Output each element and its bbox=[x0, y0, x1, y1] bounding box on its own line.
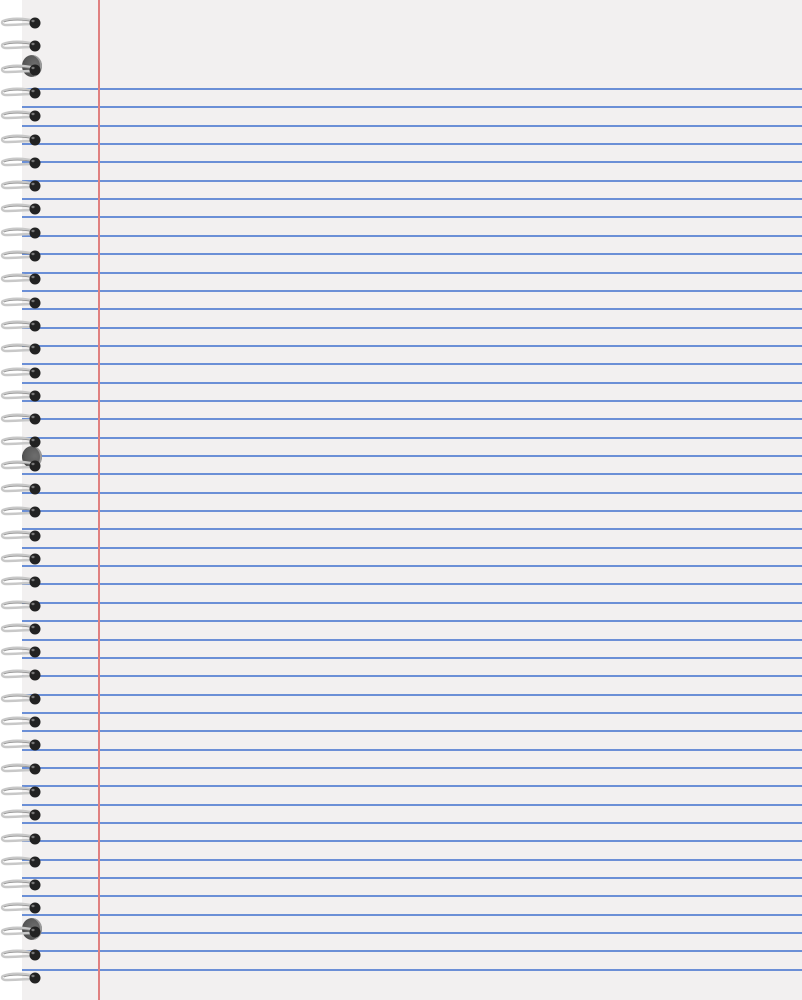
rule-line bbox=[22, 840, 802, 842]
spiral-coil-icon bbox=[0, 646, 41, 658]
rule-line bbox=[22, 639, 802, 641]
spiral-coil-icon bbox=[0, 273, 41, 285]
rule-line bbox=[22, 767, 802, 769]
spiral-coil-icon bbox=[0, 134, 41, 146]
spiral-coil-icon bbox=[0, 87, 41, 99]
rule-line bbox=[22, 437, 802, 439]
spiral-coil-icon bbox=[0, 763, 41, 775]
rule-line bbox=[22, 106, 802, 108]
spiral-coil-icon bbox=[0, 576, 41, 588]
rule-line bbox=[22, 492, 802, 494]
spiral-coil-icon bbox=[0, 250, 41, 262]
rule-line bbox=[22, 327, 802, 329]
rule-line bbox=[22, 785, 802, 787]
spiral-coil-icon bbox=[0, 623, 41, 635]
rule-line bbox=[22, 528, 802, 530]
spiral-coil-icon bbox=[0, 926, 41, 938]
rule-line bbox=[22, 125, 802, 127]
rule-line bbox=[22, 418, 802, 420]
rule-line bbox=[22, 859, 802, 861]
spiral-coil-icon bbox=[0, 553, 41, 565]
rule-line bbox=[22, 473, 802, 475]
rule-line bbox=[22, 730, 802, 732]
spiral-coil-icon bbox=[0, 40, 41, 52]
rule-line bbox=[22, 895, 802, 897]
margin-line bbox=[98, 0, 100, 1000]
spiral-coil-icon bbox=[0, 436, 41, 448]
notebook-page bbox=[22, 0, 802, 1000]
spiral-coil-icon bbox=[0, 972, 41, 984]
rule-line bbox=[22, 657, 802, 659]
rule-line bbox=[22, 694, 802, 696]
spiral-coil-icon bbox=[0, 483, 41, 495]
rule-line bbox=[22, 216, 802, 218]
spiral-coil-icon bbox=[0, 343, 41, 355]
spiral-coil-icon bbox=[0, 390, 41, 402]
rule-line bbox=[22, 308, 802, 310]
rule-line bbox=[22, 253, 802, 255]
rule-line bbox=[22, 510, 802, 512]
rule-line bbox=[22, 455, 802, 457]
spiral-coil-icon bbox=[0, 530, 41, 542]
spiral-coil-icon bbox=[0, 320, 41, 332]
rule-line bbox=[22, 675, 802, 677]
spiral-coil-icon bbox=[0, 17, 41, 29]
rule-line bbox=[22, 235, 802, 237]
spiral-coil-icon bbox=[0, 693, 41, 705]
rule-line bbox=[22, 180, 802, 182]
spiral-coil-icon bbox=[0, 110, 41, 122]
spiral-coil-icon bbox=[0, 203, 41, 215]
spiral-coil-icon bbox=[0, 786, 41, 798]
rule-line bbox=[22, 161, 802, 163]
rule-line bbox=[22, 382, 802, 384]
spiral-coil-icon bbox=[0, 600, 41, 612]
spiral-coil-icon bbox=[0, 669, 41, 681]
rule-line bbox=[22, 602, 802, 604]
rule-line bbox=[22, 363, 802, 365]
spiral-coil-icon bbox=[0, 739, 41, 751]
rule-line bbox=[22, 620, 802, 622]
spiral-coil-icon bbox=[0, 367, 41, 379]
spiral-coil-icon bbox=[0, 413, 41, 425]
rule-line bbox=[22, 565, 802, 567]
rule-line bbox=[22, 804, 802, 806]
spiral-coil-icon bbox=[0, 506, 41, 518]
rule-line bbox=[22, 198, 802, 200]
rule-line bbox=[22, 877, 802, 879]
spiral-coil-icon bbox=[0, 716, 41, 728]
rule-line bbox=[22, 290, 802, 292]
spiral-coil-icon bbox=[0, 180, 41, 192]
rule-line bbox=[22, 822, 802, 824]
rule-line bbox=[22, 932, 802, 934]
rule-line bbox=[22, 88, 802, 90]
rule-line bbox=[22, 749, 802, 751]
spiral-coil-icon bbox=[0, 157, 41, 169]
spiral-coil-icon bbox=[0, 856, 41, 868]
rule-line bbox=[22, 950, 802, 952]
rule-line bbox=[22, 345, 802, 347]
rule-line bbox=[22, 712, 802, 714]
rule-line bbox=[22, 272, 802, 274]
rule-line bbox=[22, 400, 802, 402]
spiral-coil-icon bbox=[0, 833, 41, 845]
rule-line bbox=[22, 143, 802, 145]
spiral-coil-icon bbox=[0, 879, 41, 891]
spiral-coil-icon bbox=[0, 227, 41, 239]
rule-line bbox=[22, 547, 802, 549]
spiral-coil-icon bbox=[0, 949, 41, 961]
rule-line bbox=[22, 969, 802, 971]
rule-line bbox=[22, 583, 802, 585]
spiral-coil-icon bbox=[0, 297, 41, 309]
rule-line bbox=[22, 914, 802, 916]
spiral-coil-icon bbox=[0, 460, 41, 472]
spiral-coil-icon bbox=[0, 64, 41, 76]
spiral-coil-icon bbox=[0, 902, 41, 914]
spiral-coil-icon bbox=[0, 809, 41, 821]
